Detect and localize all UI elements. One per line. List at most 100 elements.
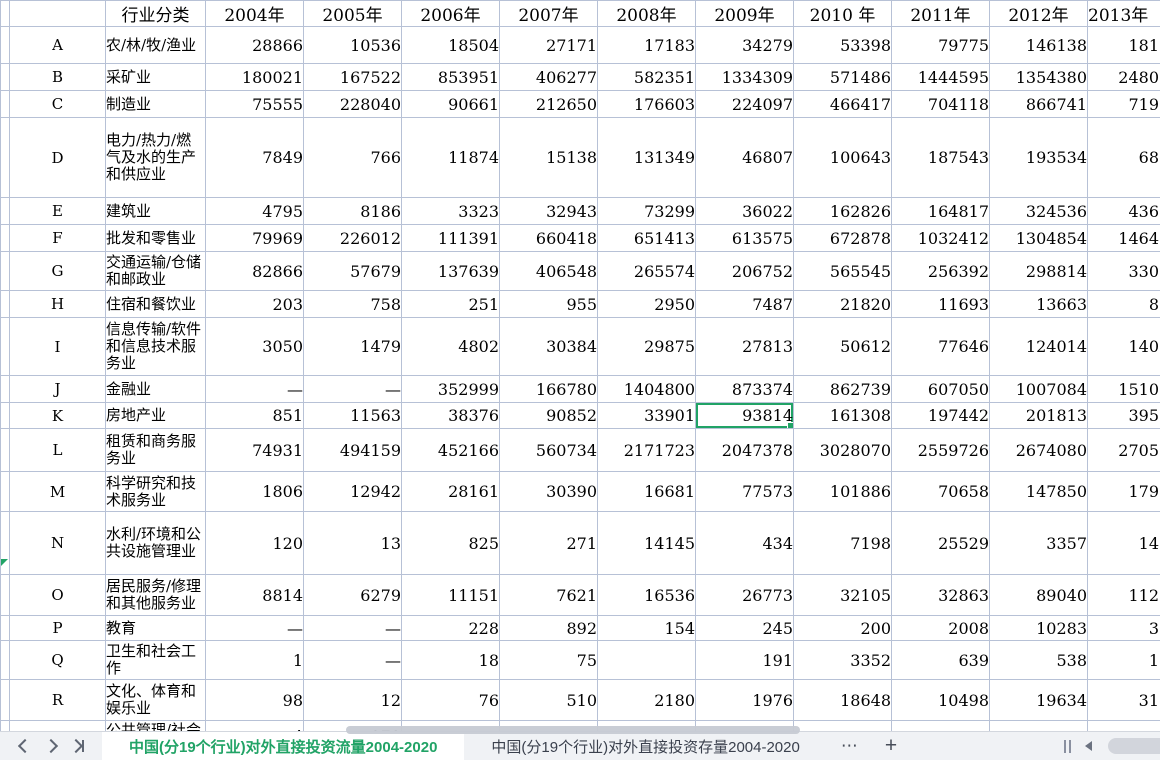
value-cell[interactable]: 4 bbox=[206, 721, 304, 732]
value-cell[interactable]: 31 bbox=[1088, 680, 1160, 721]
value-cell[interactable]: 758 bbox=[304, 291, 402, 318]
value-cell[interactable]: 639 bbox=[892, 641, 990, 680]
value-cell[interactable]: 15138 bbox=[500, 118, 598, 198]
year-column-header[interactable]: 2008年 bbox=[598, 1, 696, 27]
row-header-strip[interactable] bbox=[1, 64, 10, 91]
value-cell[interactable]: 21820 bbox=[794, 291, 892, 318]
value-cell[interactable]: 766 bbox=[304, 118, 402, 198]
value-cell[interactable]: 191 bbox=[696, 641, 794, 680]
value-cell[interactable]: 7849 bbox=[206, 118, 304, 198]
value-cell[interactable]: 57679 bbox=[304, 252, 402, 291]
value-cell[interactable]: 120 bbox=[206, 512, 304, 575]
value-cell[interactable]: 1 bbox=[206, 641, 304, 680]
year-column-header[interactable]: 2009年 bbox=[696, 1, 794, 27]
year-column-header[interactable]: 2004年 bbox=[206, 1, 304, 27]
value-cell[interactable]: 13663 bbox=[990, 291, 1088, 318]
value-cell[interactable]: 298814 bbox=[990, 252, 1088, 291]
value-cell[interactable]: 74931 bbox=[206, 429, 304, 472]
value-cell[interactable]: 1 bbox=[1088, 641, 1160, 680]
value-cell[interactable]: 607050 bbox=[892, 376, 990, 403]
value-cell[interactable]: 11563 bbox=[304, 403, 402, 429]
value-cell[interactable]: 18 bbox=[402, 641, 500, 680]
year-column-header[interactable]: 2006年 bbox=[402, 1, 500, 27]
value-cell[interactable]: 146138 bbox=[990, 27, 1088, 64]
industry-name-cell[interactable]: 教育 bbox=[106, 616, 206, 641]
value-cell[interactable]: 1354380 bbox=[990, 64, 1088, 91]
row-header-strip[interactable] bbox=[1, 27, 10, 64]
industry-name-cell[interactable]: 卫生和社会工作 bbox=[106, 641, 206, 680]
horizontal-scrollbar-thumb[interactable] bbox=[346, 726, 800, 734]
category-letter-cell[interactable]: A bbox=[10, 27, 106, 64]
value-cell[interactable]: 212650 bbox=[500, 91, 598, 118]
value-cell[interactable]: 90661 bbox=[402, 91, 500, 118]
value-cell[interactable]: 3352 bbox=[794, 641, 892, 680]
value-cell[interactable]: 224097 bbox=[696, 91, 794, 118]
value-cell[interactable]: 28161 bbox=[402, 472, 500, 512]
value-cell[interactable]: 228040 bbox=[304, 91, 402, 118]
category-letter-cell[interactable]: G bbox=[10, 252, 106, 291]
value-cell[interactable]: 30390 bbox=[500, 472, 598, 512]
value-cell[interactable]: 79969 bbox=[206, 225, 304, 252]
value-cell[interactable]: 866741 bbox=[990, 91, 1088, 118]
value-cell[interactable]: 82866 bbox=[206, 252, 304, 291]
value-cell[interactable]: 571486 bbox=[794, 64, 892, 91]
value-cell[interactable]: 53398 bbox=[794, 27, 892, 64]
value-cell[interactable]: 7621 bbox=[500, 575, 598, 616]
value-cell[interactable]: 226012 bbox=[304, 225, 402, 252]
value-cell[interactable]: 613575 bbox=[696, 225, 794, 252]
value-cell[interactable]: 1304854 bbox=[990, 225, 1088, 252]
value-cell[interactable]: 352999 bbox=[402, 376, 500, 403]
value-cell[interactable]: 10283 bbox=[990, 616, 1088, 641]
value-cell[interactable]: 75555 bbox=[206, 91, 304, 118]
value-cell[interactable]: 2950 bbox=[598, 291, 696, 318]
year-column-header[interactable]: 2013年 bbox=[1088, 1, 1160, 27]
row-header-strip[interactable] bbox=[1, 252, 10, 291]
category-letter-cell[interactable]: K bbox=[10, 403, 106, 429]
value-cell[interactable]: 187543 bbox=[892, 118, 990, 198]
value-cell[interactable]: 166780 bbox=[500, 376, 598, 403]
value-cell[interactable]: 466417 bbox=[794, 91, 892, 118]
row-header-selected[interactable] bbox=[1, 403, 10, 429]
industry-name-cell[interactable]: 交通运输/仓储和邮政业 bbox=[106, 252, 206, 291]
value-cell[interactable]: 79775 bbox=[892, 27, 990, 64]
industry-name-cell[interactable]: 信息传输/软件和信息技术服务业 bbox=[106, 318, 206, 376]
value-cell[interactable] bbox=[990, 721, 1088, 732]
value-cell[interactable]: – bbox=[794, 721, 892, 732]
value-cell[interactable]: 2674080 bbox=[990, 429, 1088, 472]
value-cell[interactable]: 33901 bbox=[598, 403, 696, 429]
value-cell[interactable]: 6279 bbox=[304, 575, 402, 616]
year-column-header[interactable]: 2011年 bbox=[892, 1, 990, 27]
value-cell[interactable]: 75 bbox=[500, 641, 598, 680]
value-cell[interactable]: 100643 bbox=[794, 118, 892, 198]
value-cell[interactable]: 324536 bbox=[990, 198, 1088, 225]
industry-name-cell[interactable]: 居民服务/修理和其他服务业 bbox=[106, 575, 206, 616]
value-cell[interactable]: 101886 bbox=[794, 472, 892, 512]
value-cell[interactable]: — bbox=[304, 641, 402, 680]
value-cell[interactable]: 38376 bbox=[402, 403, 500, 429]
value-cell[interactable]: 1479 bbox=[304, 318, 402, 376]
next-sheet-button[interactable] bbox=[38, 735, 64, 757]
value-cell[interactable]: 560734 bbox=[500, 429, 598, 472]
value-cell[interactable]: 68 bbox=[1088, 118, 1160, 198]
value-cell[interactable]: 2008 bbox=[892, 616, 990, 641]
value-cell[interactable]: 50612 bbox=[794, 318, 892, 376]
industry-name-cell[interactable]: 文化、体育和娱乐业 bbox=[106, 680, 206, 721]
value-cell[interactable]: — bbox=[304, 616, 402, 641]
value-cell[interactable]: 10536 bbox=[304, 27, 402, 64]
value-cell[interactable]: 434 bbox=[696, 512, 794, 575]
value-cell[interactable]: 8814 bbox=[206, 575, 304, 616]
industry-name-cell[interactable]: 建筑业 bbox=[106, 198, 206, 225]
value-cell[interactable]: 27171 bbox=[500, 27, 598, 64]
value-cell[interactable]: 164817 bbox=[892, 198, 990, 225]
industry-name-cell[interactable]: 住宿和餐饮业 bbox=[106, 291, 206, 318]
value-cell[interactable]: 3323 bbox=[402, 198, 500, 225]
category-letter-cell[interactable]: D bbox=[10, 118, 106, 198]
value-cell[interactable]: 124014 bbox=[990, 318, 1088, 376]
value-cell[interactable] bbox=[1088, 721, 1160, 732]
value-cell[interactable]: 2480 bbox=[1088, 64, 1160, 91]
value-cell[interactable]: 29875 bbox=[598, 318, 696, 376]
category-column-header[interactable] bbox=[10, 1, 106, 27]
category-letter-cell[interactable]: C bbox=[10, 91, 106, 118]
value-cell[interactable]: 11874 bbox=[402, 118, 500, 198]
value-cell[interactable]: 719 bbox=[1088, 91, 1160, 118]
